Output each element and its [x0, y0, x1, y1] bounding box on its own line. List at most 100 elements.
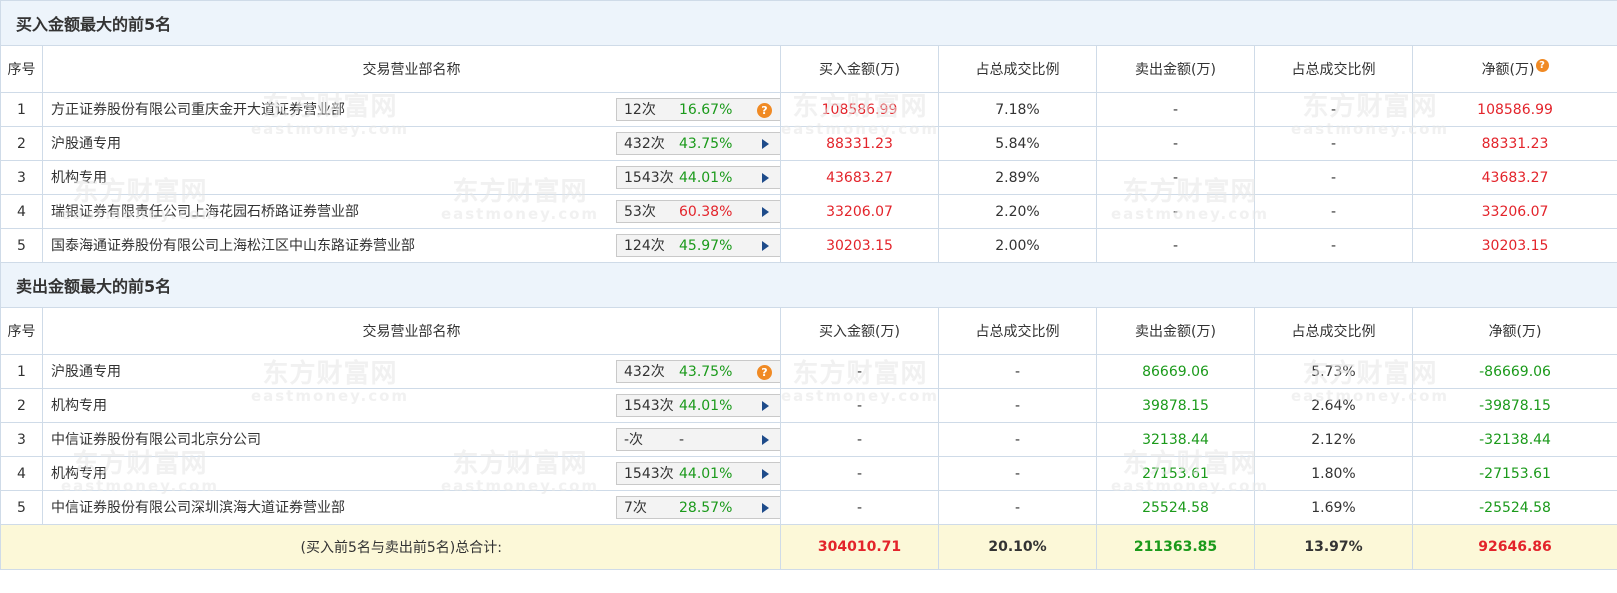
broker-pct: -: [679, 431, 685, 448]
arrow-right-icon[interactable]: [762, 206, 769, 217]
arrow-right-icon[interactable]: [762, 434, 769, 445]
buy-pct: -: [938, 388, 1097, 423]
net-amount: -25524.58: [1411, 490, 1617, 525]
sell-pct: 2.12%: [1254, 422, 1413, 457]
table-row: 2 机构专用 1543次 44.01% - - 39878.15 2.64% -…: [0, 388, 1617, 423]
broker-cell: 机构专用 1543次 44.01%: [42, 388, 781, 423]
broker-cell: 沪股通专用 432次 43.75% ?: [42, 354, 781, 389]
buy-pct: 5.84%: [938, 126, 1097, 161]
question-icon[interactable]: ?: [757, 102, 772, 118]
net-amount: 33206.07: [1411, 194, 1617, 229]
row-idx: 4: [0, 456, 43, 491]
broker-count: 432次: [624, 135, 665, 152]
net-amount: -27153.61: [1411, 456, 1617, 491]
arrow-right-icon[interactable]: [762, 172, 769, 183]
sell-section-title-row: 卖出金额最大的前5名: [0, 262, 1617, 308]
total-buy: 304010.71: [780, 524, 939, 570]
broker-pct: 44.01%: [679, 169, 733, 186]
buy-pct: 2.20%: [938, 194, 1097, 229]
broker-count: 1543次: [624, 465, 674, 482]
broker-stats: 1543次 44.01%: [616, 461, 780, 485]
broker-cell: 方正证券股份有限公司重庆金开大道证券营业部 12次 16.67% ?: [42, 92, 781, 127]
sell-amount: 39878.15: [1096, 388, 1255, 423]
arrow-right-icon[interactable]: [762, 468, 769, 479]
broker-cell: 瑞银证券有限责任公司上海花园石桥路证券营业部 53次 60.38%: [42, 194, 781, 229]
broker-name-link[interactable]: 中信证券股份有限公司北京分公司: [51, 424, 261, 456]
broker-count: 124次: [624, 237, 665, 254]
buy-amount: -: [780, 456, 939, 491]
broker-name-link[interactable]: 中信证券股份有限公司深圳滨海大道证券营业部: [51, 492, 345, 524]
broker-pct: 43.75%: [679, 135, 733, 152]
header-net: 净额(万): [1411, 307, 1617, 355]
buy-pct: -: [938, 354, 1097, 389]
sell-amount: 27153.61: [1096, 456, 1255, 491]
broker-name-link[interactable]: 方正证券股份有限公司重庆金开大道证券营业部: [51, 94, 345, 126]
sell-pct: 1.80%: [1254, 456, 1413, 491]
broker-name-link[interactable]: 机构专用: [51, 162, 107, 194]
buy-amount: -: [780, 422, 939, 457]
arrow-right-icon[interactable]: [762, 502, 769, 513]
header-sell-amount: 卖出金额(万): [1096, 45, 1255, 93]
arrow-right-icon[interactable]: [762, 400, 769, 411]
buy-pct: 2.89%: [938, 160, 1097, 195]
broker-stats: 432次 43.75%: [616, 131, 780, 155]
total-sell: 211363.85: [1096, 524, 1255, 570]
total-sell-pct: 13.97%: [1254, 524, 1413, 570]
sell-amount: 25524.58: [1096, 490, 1255, 525]
header-buy-pct: 占总成交比例: [938, 307, 1097, 355]
header-name: 交易营业部名称: [42, 307, 781, 355]
row-idx: 5: [0, 228, 43, 263]
broker-stats: 7次 28.57%: [616, 495, 780, 519]
buy-amount: -: [780, 490, 939, 525]
buy-pct: 7.18%: [938, 92, 1097, 127]
table-row: 1 方正证券股份有限公司重庆金开大道证券营业部 12次 16.67% ? 108…: [0, 92, 1617, 127]
net-amount: 43683.27: [1411, 160, 1617, 195]
row-idx: 2: [0, 388, 43, 423]
broker-stats: -次 -: [616, 427, 780, 451]
sell-pct: 2.64%: [1254, 388, 1413, 423]
sell-amount: -: [1096, 194, 1255, 229]
buy-section-title: 买入金额最大的前5名: [0, 0, 1617, 46]
buy-section-title-row: 买入金额最大的前5名: [0, 0, 1617, 46]
question-icon[interactable]: ?: [757, 364, 772, 380]
broker-stats: 1543次 44.01%: [616, 165, 780, 189]
buy-pct: -: [938, 422, 1097, 457]
broker-name-link[interactable]: 沪股通专用: [51, 356, 121, 388]
sell-pct: -: [1254, 126, 1413, 161]
table-row: 2 沪股通专用 432次 43.75% 88331.23 5.84% - - 8…: [0, 126, 1617, 161]
buy-pct: 2.00%: [938, 228, 1097, 263]
total-buy-pct: 20.10%: [938, 524, 1097, 570]
broker-cell: 沪股通专用 432次 43.75%: [42, 126, 781, 161]
total-net: 92646.86: [1411, 524, 1617, 570]
broker-stats: 124次 45.97%: [616, 233, 780, 257]
seats-table: 买入金额最大的前5名 序号 交易营业部名称 买入金额(万) 占总成交比例 卖出金…: [0, 0, 1617, 570]
question-icon[interactable]: ?: [1535, 59, 1549, 72]
sell-amount: 32138.44: [1096, 422, 1255, 457]
sell-amount: -: [1096, 126, 1255, 161]
row-idx: 2: [0, 126, 43, 161]
arrow-right-icon[interactable]: [762, 240, 769, 251]
net-amount: 88331.23: [1411, 126, 1617, 161]
broker-count: 12次: [624, 101, 656, 118]
broker-name-link[interactable]: 机构专用: [51, 458, 107, 490]
broker-name-link[interactable]: 瑞银证券有限责任公司上海花园石桥路证券营业部: [51, 196, 359, 228]
header-buy-pct: 占总成交比例: [938, 45, 1097, 93]
net-amount: 108586.99: [1411, 92, 1617, 127]
arrow-right-icon[interactable]: [762, 138, 769, 149]
sell-pct: -: [1254, 194, 1413, 229]
broker-stats: 1543次 44.01%: [616, 393, 780, 417]
buy-amount: -: [780, 388, 939, 423]
broker-cell: 国泰海通证券股份有限公司上海松江区中山东路证券营业部 124次 45.97%: [42, 228, 781, 263]
sell-amount: -: [1096, 160, 1255, 195]
broker-stats: 12次 16.67% ?: [616, 97, 780, 121]
table-row: 1 沪股通专用 432次 43.75% ? - - 86669.06 5.73%…: [0, 354, 1617, 389]
broker-pct: 44.01%: [679, 397, 733, 414]
sell-amount: -: [1096, 92, 1255, 127]
broker-name-link[interactable]: 沪股通专用: [51, 128, 121, 160]
broker-name-link[interactable]: 国泰海通证券股份有限公司上海松江区中山东路证券营业部: [51, 230, 415, 262]
header-idx: 序号: [0, 307, 43, 355]
header-sell-pct: 占总成交比例: [1254, 45, 1413, 93]
broker-cell: 中信证券股份有限公司北京分公司 -次 -: [42, 422, 781, 457]
broker-name-link[interactable]: 机构专用: [51, 390, 107, 422]
dragon-tiger-list: 买入金额最大的前5名 序号 交易营业部名称 买入金额(万) 占总成交比例 卖出金…: [0, 0, 1617, 593]
